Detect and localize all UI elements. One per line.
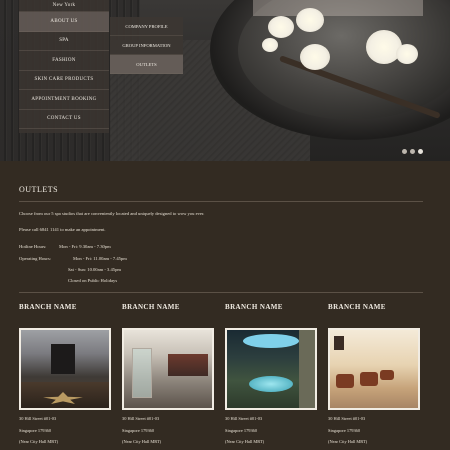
about-submenu: COMPANY PROFILE GROUP INFORMATION OUTLET… xyxy=(110,17,183,74)
branch-address-line3: (Near City Hall MRT) xyxy=(225,439,265,444)
operating-weekday: Mon - Fri: 11.00am - 7.45pm xyxy=(73,256,127,261)
branch-card: BRANCH NAME 30 Hill Street #01-03 Singap… xyxy=(122,300,214,448)
branch-address-line3: (Near City Hall MRT) xyxy=(122,439,162,444)
nav-item-fashion[interactable]: FASHION xyxy=(19,51,109,71)
nav-item-skin-care-products[interactable]: SKIN CARE PRODUCTS xyxy=(19,71,109,90)
content-divider xyxy=(19,292,423,293)
hotline-value: Mon - Fri: 9.30am - 7.30pm xyxy=(59,244,111,249)
branch-photo[interactable] xyxy=(122,328,214,410)
branch-address-line3: (Near City Hall MRT) xyxy=(19,439,59,444)
submenu-item-group-information[interactable]: GROUP INFORMATION xyxy=(110,36,183,55)
operating-saturday: Sat - Sun: 10.00am - 3.45pm xyxy=(68,267,121,272)
branch-address-line2: Singapore 179360 xyxy=(19,427,52,433)
main-nav: New York ABOUT US SPA FASHION SKIN CARE … xyxy=(19,0,109,133)
branch-address-line1: 30 Hill Street #01-03 xyxy=(122,416,160,421)
slider-dot-active[interactable] xyxy=(418,149,423,154)
nav-item-spa[interactable]: SPA xyxy=(19,32,109,51)
branch-card: BRANCH NAME 30 Hill Street #01-03 Singap… xyxy=(19,300,111,448)
submenu-item-company-profile[interactable]: COMPANY PROFILE xyxy=(110,17,183,36)
branch-card: BRANCH NAME 30 Hill Street #01-03 Singap… xyxy=(328,300,420,448)
slider-pagination xyxy=(402,149,423,154)
branch-name[interactable]: BRANCH NAME xyxy=(225,300,317,328)
branch-photo[interactable] xyxy=(328,328,420,410)
nav-item-contact-us[interactable]: CONTACT US xyxy=(19,110,109,129)
nav-location[interactable]: New York xyxy=(19,0,109,12)
branch-address-line1: 30 Hill Street #01-03 xyxy=(328,416,366,421)
nav-item-about-us[interactable]: ABOUT US xyxy=(19,12,109,32)
branch-photo[interactable] xyxy=(225,328,317,410)
hero-blossom xyxy=(262,38,278,52)
branch-name[interactable]: BRANCH NAME xyxy=(19,300,111,328)
hero-blossom xyxy=(396,44,418,64)
nav-item-appointment-booking[interactable]: APPOINTMENT BOOKING xyxy=(19,90,109,110)
hotline-label: Hotline Hours: xyxy=(19,244,47,249)
hero-blossom xyxy=(300,44,330,70)
hero-banner-strip xyxy=(253,0,423,16)
title-divider xyxy=(19,201,423,202)
intro-text: Choose from our 5 spa studios that are c… xyxy=(19,211,205,216)
branch-address-line2: Singapore 179360 xyxy=(328,427,361,433)
slider-dot[interactable] xyxy=(410,149,415,154)
branch-address-line1: 30 Hill Street #01-03 xyxy=(225,416,263,421)
operating-label: Operating Hours: xyxy=(19,256,52,261)
page-title: OUTLETS xyxy=(19,185,59,194)
branch-card: BRANCH NAME 30 Hill Street #01-03 Singap… xyxy=(225,300,317,448)
appointment-text: Please call 6841 1141 to make an appoint… xyxy=(19,227,106,232)
operating-holiday: Closed on Public Holidays xyxy=(68,278,118,283)
branch-name[interactable]: BRANCH NAME xyxy=(328,300,420,328)
branch-photo[interactable] xyxy=(19,328,111,410)
hero-blossom xyxy=(268,16,294,38)
submenu-item-outlets[interactable]: OUTLETS xyxy=(110,55,183,74)
branch-name[interactable]: BRANCH NAME xyxy=(122,300,214,328)
hero-blossom xyxy=(296,8,324,32)
branch-address-line3: (Near City Hall MRT) xyxy=(328,439,368,444)
branch-address-line1: 30 Hill Street #01-03 xyxy=(19,416,57,421)
branch-address-line2: Singapore 179360 xyxy=(122,427,155,433)
slider-dot[interactable] xyxy=(402,149,407,154)
branch-address-line2: Singapore 179360 xyxy=(225,427,258,433)
